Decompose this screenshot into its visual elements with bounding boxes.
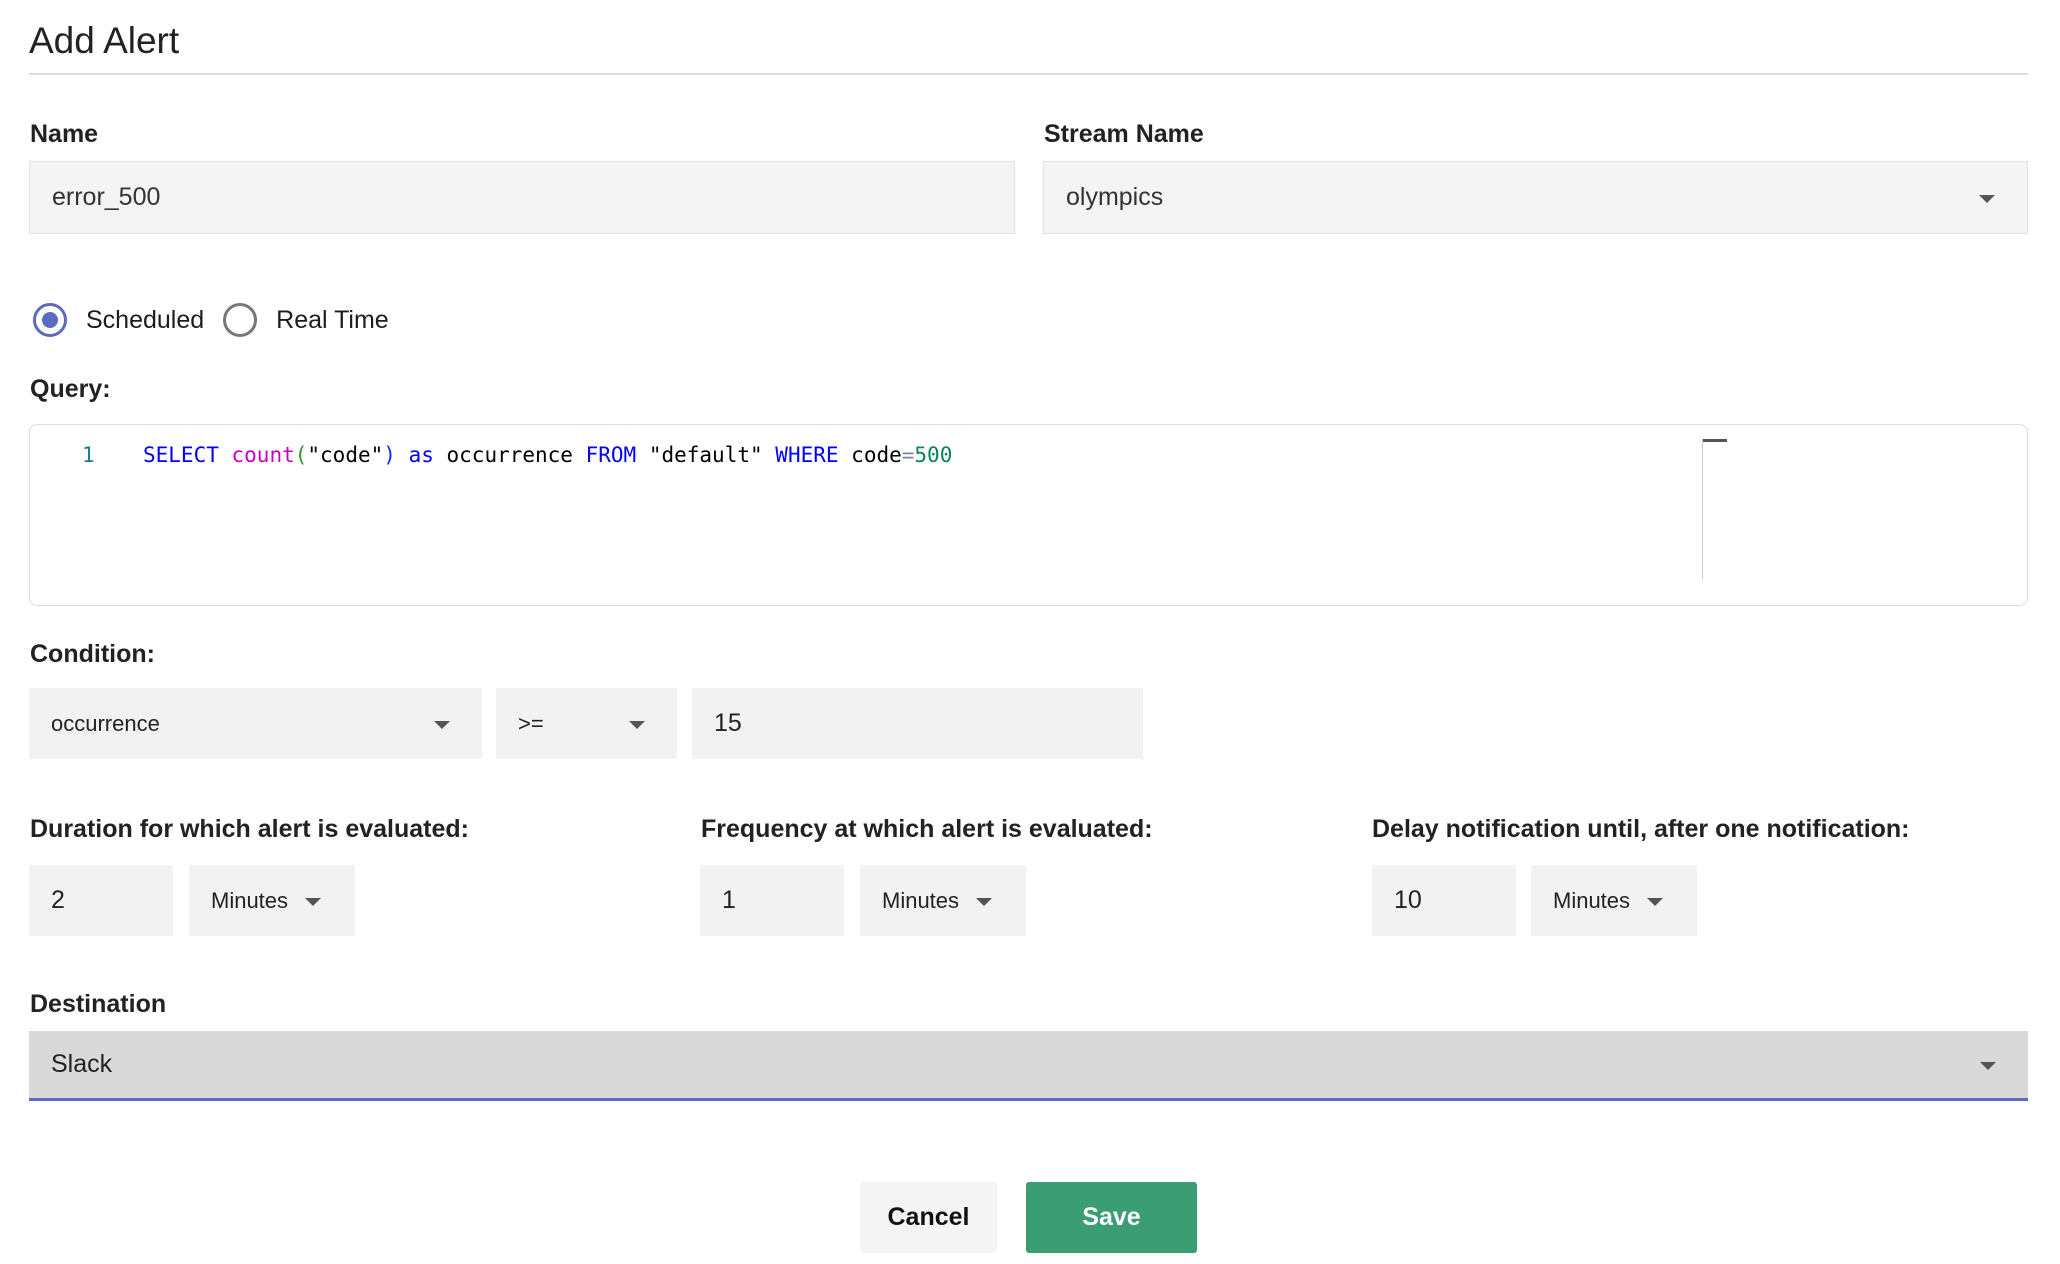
chevron-down-icon: [305, 897, 321, 906]
kw: SELECT: [143, 443, 219, 467]
frequency-unit-value: Minutes: [882, 887, 960, 913]
minimap-border: [1702, 439, 1703, 579]
duration-unit-value: Minutes: [211, 887, 289, 913]
str: "code": [307, 443, 384, 467]
name-value: error_500: [52, 183, 161, 211]
ident: occurrence: [446, 443, 573, 467]
cancel-button[interactable]: Cancel: [860, 1182, 997, 1253]
frequency-value: 1: [722, 886, 736, 914]
radio-real-time-label[interactable]: Real Time: [276, 306, 389, 335]
page-title: Add Alert: [29, 20, 180, 61]
alert-type-group: Scheduled Real Time: [33, 303, 389, 337]
duration-label: Duration for which alert is evaluated:: [30, 815, 469, 843]
condition-value-input[interactable]: 15: [692, 688, 1143, 759]
delay-unit-value: Minutes: [1553, 887, 1631, 913]
frequency-unit-select[interactable]: Minutes: [860, 865, 1026, 936]
kw: as: [408, 443, 434, 467]
chevron-down-icon: [629, 720, 645, 729]
duration-value: 2: [51, 886, 65, 914]
save-button[interactable]: Save: [1026, 1182, 1197, 1253]
ident: code: [851, 443, 902, 467]
delay-unit-select[interactable]: Minutes: [1531, 865, 1697, 936]
delay-label: Delay notification until, after one noti…: [1372, 815, 1910, 843]
chevron-down-icon: [434, 720, 450, 729]
condition-column-value: occurrence: [51, 710, 160, 736]
divider: [29, 73, 2028, 75]
destination-label: Destination: [30, 990, 167, 1018]
line-number: 1: [82, 443, 95, 467]
stream-name-select[interactable]: olympics: [1043, 161, 2028, 234]
delay-input[interactable]: 10: [1372, 865, 1516, 936]
destination-value: Slack: [51, 1050, 113, 1078]
stream-value: olympics: [1066, 183, 1164, 211]
num: 500: [914, 443, 953, 467]
condition-operator-select[interactable]: >=: [496, 688, 677, 759]
query-label: Query:: [30, 375, 111, 403]
delay-value: 10: [1394, 886, 1422, 914]
condition-column-select[interactable]: occurrence: [29, 688, 482, 759]
query-editor[interactable]: 1 SELECT count("code") as occurrence FRO…: [29, 424, 2028, 606]
stream-name-label: Stream Name: [1044, 120, 1204, 148]
name-label: Name: [30, 120, 99, 148]
radio-scheduled-label[interactable]: Scheduled: [86, 306, 204, 335]
paren: ): [383, 443, 396, 467]
kw: FROM: [585, 443, 637, 467]
condition-label: Condition:: [30, 640, 155, 668]
radio-real-time[interactable]: [223, 303, 258, 337]
condition-operator-value: >=: [518, 710, 544, 736]
frequency-input[interactable]: 1: [700, 865, 844, 936]
minimap-slider[interactable]: [1702, 439, 1727, 442]
fn: count: [231, 443, 295, 467]
chevron-down-icon: [1979, 194, 1995, 203]
destination-select[interactable]: Slack: [29, 1031, 2028, 1101]
op: =: [901, 443, 915, 467]
duration-input[interactable]: 2: [29, 865, 173, 936]
chevron-down-icon: [1980, 1061, 1996, 1070]
radio-scheduled[interactable]: [33, 303, 67, 337]
chevron-down-icon: [1647, 897, 1663, 906]
query-code[interactable]: SELECT count("code") as occurrence FROM …: [143, 443, 952, 467]
name-input[interactable]: error_500: [29, 161, 1015, 234]
condition-value: 15: [714, 709, 742, 737]
duration-unit-select[interactable]: Minutes: [189, 865, 355, 936]
paren: (: [294, 443, 308, 467]
str: "default": [648, 443, 763, 467]
frequency-label: Frequency at which alert is evaluated:: [701, 815, 1153, 843]
chevron-down-icon: [976, 897, 992, 906]
kw: WHERE: [775, 443, 839, 467]
